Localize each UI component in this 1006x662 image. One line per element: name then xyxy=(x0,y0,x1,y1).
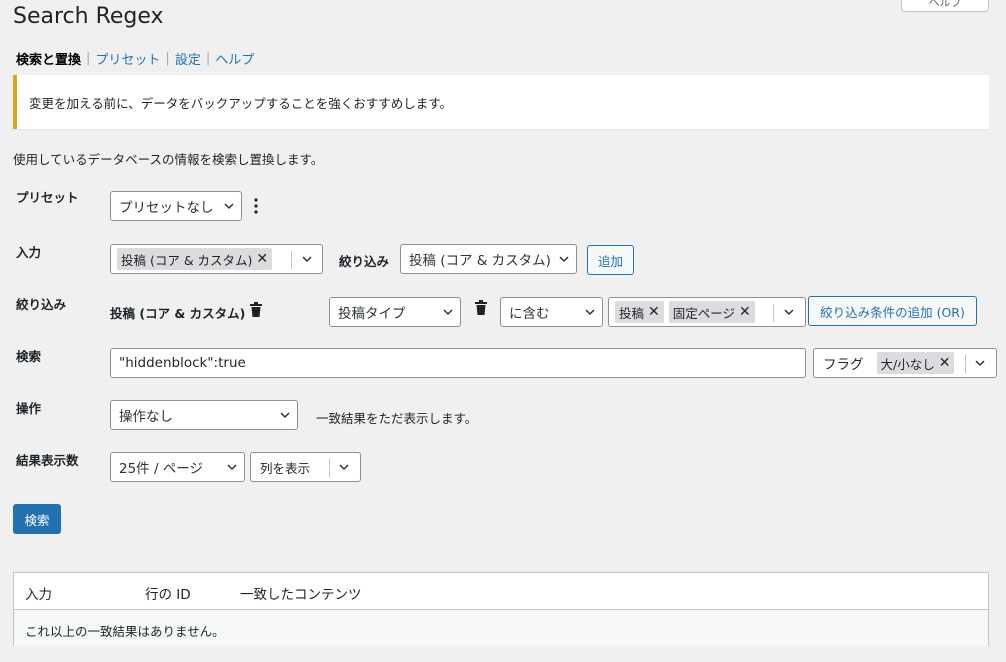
search-input[interactable]: "hiddenblock":true xyxy=(110,348,806,378)
source-filter-select[interactable]: 投稿 (コア & カスタム) xyxy=(400,244,577,274)
chevron-down-icon[interactable] xyxy=(301,253,313,265)
action-select[interactable]: 操作なし xyxy=(110,400,298,430)
source-multiselect[interactable]: 投稿 (コア & カスタム) ✕ xyxy=(110,244,323,274)
page-description: 使用しているデータベースの情報を検索し置換します。 xyxy=(13,152,324,167)
column-header-source: 入力 xyxy=(25,587,52,603)
filter-value-tag: 固定ページ ✕ xyxy=(668,301,755,323)
add-button[interactable]: 追加 xyxy=(587,245,634,275)
results-table: 入力 行の ID 一致したコンテンツ これ以上の一致結果はありません。 xyxy=(13,572,989,646)
help-tab[interactable]: ヘルプ xyxy=(901,0,989,12)
search-button[interactable]: 検索 xyxy=(13,504,61,534)
preset-label: プリセット xyxy=(16,190,79,205)
chevron-down-icon[interactable] xyxy=(783,306,795,318)
filter-column-value: 投稿タイプ xyxy=(338,306,406,322)
subnav: 検索と置換 | プリセット | 設定 | ヘルプ xyxy=(16,49,254,68)
flags-label: フラグ xyxy=(823,357,864,373)
per-page-value: 25件 / ページ xyxy=(119,461,204,477)
trash-icon[interactable] xyxy=(474,300,488,316)
chevron-down-icon xyxy=(585,309,595,316)
source-filter-label: 絞り込み xyxy=(339,254,390,269)
add-or-filter-button[interactable]: 絞り込み条件の追加 (OR) xyxy=(808,296,977,326)
column-header-matched-content: 一致したコンテンツ xyxy=(240,587,362,603)
filter-logic-select[interactable]: に含む xyxy=(500,297,603,327)
source-tag-label: 投稿 (コア & カスタム) xyxy=(121,252,253,268)
search-label: 検索 xyxy=(16,349,42,364)
chevron-down-icon xyxy=(280,412,290,419)
subnav-search-replace[interactable]: 検索と置換 xyxy=(16,49,81,68)
filter-column-select[interactable]: 投稿タイプ xyxy=(329,297,461,327)
flag-tag-label: 大/小なし xyxy=(880,356,935,372)
filter-source-name: 投稿 (コア & カスタム) xyxy=(110,306,246,321)
chevron-down-icon xyxy=(559,256,569,263)
more-options-icon[interactable] xyxy=(253,197,259,215)
trash-icon[interactable] xyxy=(249,302,263,318)
subnav-separator: | xyxy=(165,51,170,66)
chevron-down-icon xyxy=(443,309,453,316)
search-input-value: "hiddenblock":true xyxy=(119,355,246,371)
filter-value-tag-label: 投稿 xyxy=(619,305,645,321)
columns-multiselect[interactable]: 列を表示 xyxy=(250,452,361,482)
subnav-help[interactable]: ヘルプ xyxy=(215,49,254,68)
subnav-separator: | xyxy=(205,51,211,66)
chevron-down-icon[interactable] xyxy=(974,357,986,369)
subnav-presets[interactable]: プリセット xyxy=(95,49,160,68)
preset-select[interactable]: プリセットなし xyxy=(110,191,242,221)
action-label: 操作 xyxy=(16,401,42,416)
select-divider xyxy=(329,459,330,477)
remove-icon[interactable]: ✕ xyxy=(256,251,268,267)
action-select-value: 操作なし xyxy=(119,409,173,425)
notice-text: 変更を加える前に、データをバックアップすることを強くおすすめします。 xyxy=(29,95,453,111)
select-divider xyxy=(965,355,966,373)
filter-value-tag-label: 固定ページ xyxy=(672,305,736,321)
backup-notice: 変更を加える前に、データをバックアップすることを強くおすすめします。 xyxy=(13,75,989,129)
select-divider xyxy=(291,251,292,269)
subnav-settings[interactable]: 設定 xyxy=(175,49,201,68)
filter-label: 絞り込み xyxy=(16,297,67,312)
chevron-down-icon[interactable] xyxy=(338,461,350,473)
filter-logic-value: に含む xyxy=(509,306,550,322)
remove-icon[interactable]: ✕ xyxy=(648,304,660,320)
source-label: 入力 xyxy=(16,245,42,260)
source-filter-select-value: 投稿 (コア & カスタム) xyxy=(409,253,551,269)
table-header: 入力 行の ID 一致したコンテンツ xyxy=(14,573,988,610)
preset-select-value: プリセットなし xyxy=(119,200,214,216)
filter-value-tag: 投稿 ✕ xyxy=(615,301,664,323)
remove-icon[interactable]: ✕ xyxy=(939,355,951,371)
page-title: Search Regex xyxy=(13,4,164,29)
filter-values-multiselect[interactable]: 投稿 ✕ 固定ページ ✕ xyxy=(608,297,806,327)
columns-label: 列を表示 xyxy=(260,460,311,476)
results-label: 結果表示数 xyxy=(16,453,79,468)
flag-tag: 大/小なし ✕ xyxy=(876,352,955,374)
per-page-select[interactable]: 25件 / ページ xyxy=(110,452,245,482)
help-tab-label: ヘルプ xyxy=(928,0,962,9)
table-row: これ以上の一致結果はありません。 xyxy=(14,610,988,646)
subnav-separator: | xyxy=(86,51,91,66)
column-header-row-id: 行の ID xyxy=(145,587,191,603)
action-hint: 一致結果をただ表示します。 xyxy=(316,411,478,426)
chevron-down-icon xyxy=(227,464,237,471)
source-tag: 投稿 (コア & カスタム) ✕ xyxy=(117,248,273,270)
chevron-down-icon xyxy=(224,203,234,210)
remove-icon[interactable]: ✕ xyxy=(739,304,751,320)
select-divider xyxy=(773,304,774,322)
empty-results-message: これ以上の一致結果はありません。 xyxy=(25,624,225,639)
flags-multiselect[interactable]: フラグ 大/小なし ✕ xyxy=(813,348,997,378)
